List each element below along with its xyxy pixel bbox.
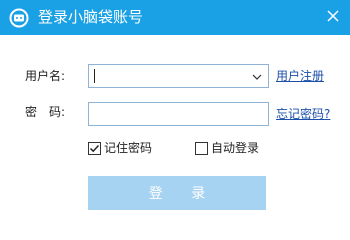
remember-password-label: 记住密码 xyxy=(104,141,153,155)
username-label: 用户名: xyxy=(25,69,66,83)
password-field[interactable] xyxy=(88,102,269,126)
checkbox-unchecked[interactable] xyxy=(195,141,208,155)
auto-login-checkbox[interactable]: 自动登录 xyxy=(195,141,259,155)
username-combobox[interactable] xyxy=(88,64,269,88)
register-link[interactable]: 用户注册 xyxy=(276,69,324,83)
chat-bubble-logo-icon xyxy=(8,7,30,29)
remember-password-checkbox[interactable]: 记住密码 xyxy=(88,141,152,155)
checkbox-checked[interactable] xyxy=(88,141,101,155)
chevron-down-icon[interactable] xyxy=(249,69,265,85)
text-cursor xyxy=(94,69,95,83)
window-title: 登录小脑袋账号 xyxy=(38,8,144,26)
close-icon xyxy=(327,10,339,22)
auto-login-label: 自动登录 xyxy=(211,141,260,155)
username-input[interactable] xyxy=(89,65,268,87)
title-bar: 登录小脑袋账号 xyxy=(0,0,350,35)
forgot-password-link[interactable]: 忘记密码? xyxy=(276,107,330,121)
login-button[interactable]: 登 录 xyxy=(88,176,266,210)
checkmark-icon xyxy=(89,144,100,152)
password-label: 密 码: xyxy=(25,105,66,119)
close-button[interactable] xyxy=(322,5,344,27)
password-input[interactable] xyxy=(89,103,268,125)
